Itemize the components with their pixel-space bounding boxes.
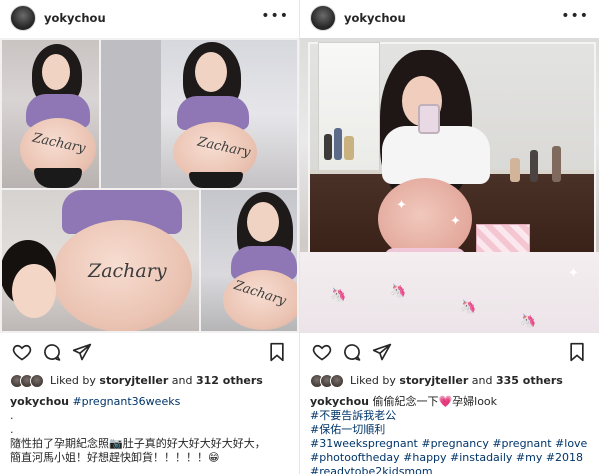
caption-username[interactable]: yokychou [10, 395, 69, 408]
more-horizontal-icon[interactable]: ••• [561, 8, 589, 24]
liked-by-others[interactable]: 312 others [196, 374, 263, 387]
caption-text: 偷偷紀念一下💗孕婦look [372, 395, 498, 408]
heart-icon[interactable] [12, 342, 32, 362]
liked-by-user[interactable]: storyjteller [399, 374, 468, 387]
hashtag-line[interactable]: #保佑一切順利 [310, 423, 594, 437]
collage-photo-3: Zachary [2, 190, 199, 331]
liked-by-and: and [471, 374, 493, 387]
bathroom-mirror-photo: 🦄 🦄 🦄 🦄 ✦ ✦ ✦ [300, 38, 599, 333]
post-photo[interactable]: Zachary Zachary Zachary Zachary [0, 38, 299, 333]
caption-username[interactable]: yokychou [310, 395, 369, 408]
post-header: yokychou ••• [0, 0, 299, 38]
caption-text-line: 簡直河馬小姐！好想趕快卸貨！！！！！😁 [10, 451, 220, 464]
more-horizontal-icon[interactable]: ••• [261, 8, 289, 24]
post-actions [300, 342, 599, 364]
collage-photo-1: Zachary [2, 40, 99, 188]
likes-text[interactable]: Liked by storyjteller and 312 others [50, 374, 263, 387]
liked-by-user[interactable]: storyjteller [99, 374, 168, 387]
comment-icon[interactable] [42, 342, 62, 362]
liker-avatars[interactable] [310, 374, 346, 388]
hashtag-line[interactable]: #photooftheday #happy #instadaily #my #2… [310, 451, 594, 465]
caption: yokychou #pregnant36weeks . . 隨性拍了孕期紀念照📷… [10, 395, 294, 465]
liker-avatars[interactable] [10, 374, 46, 388]
heart-icon[interactable] [312, 342, 332, 362]
liked-by-and: and [171, 374, 193, 387]
avatar[interactable] [10, 5, 36, 31]
username[interactable]: yokychou [44, 11, 106, 25]
username[interactable]: yokychou [344, 11, 406, 25]
comment-icon[interactable] [342, 342, 362, 362]
liked-by-others[interactable]: 335 others [496, 374, 563, 387]
post-right: yokychou ••• 🦄 🦄 🦄 🦄 ✦ ✦ ✦ Liked by stor… [300, 0, 599, 474]
post-photo[interactable]: 🦄 🦄 🦄 🦄 ✦ ✦ ✦ [300, 38, 599, 333]
post-left: yokychou ••• Zachary Zachary Zachary Zac… [0, 0, 299, 474]
hashtag-line[interactable]: #不要告訴我老公 [310, 409, 594, 423]
post-header: yokychou ••• [300, 0, 599, 38]
likes-text[interactable]: Liked by storyjteller and 335 others [350, 374, 563, 387]
share-icon[interactable] [72, 342, 92, 362]
share-icon[interactable] [372, 342, 392, 362]
likes-summary: Liked by storyjteller and 335 others [310, 373, 595, 389]
avatar[interactable] [310, 5, 336, 31]
hashtag-line[interactable]: #31weekspregnant #pregnancy #pregnant #l… [310, 437, 594, 451]
collage-photo-4: Zachary [201, 190, 297, 331]
caption-dot: . [10, 423, 14, 436]
post-actions [0, 342, 299, 364]
caption: yokychou 偷偷紀念一下💗孕婦look #不要告訴我老公 #保佑一切順利 … [310, 395, 594, 474]
collage-photo-2: Zachary [101, 40, 297, 188]
caption-text-line: 隨性拍了孕期紀念照📷肚子真的好大好大好大好大， [10, 437, 266, 450]
caption-dot: . [10, 409, 14, 422]
bookmark-icon[interactable] [567, 342, 587, 362]
belly-text: Zachary [88, 260, 167, 282]
hashtag[interactable]: #pregnant36weeks [72, 395, 180, 408]
liked-by-label: Liked by [350, 374, 396, 387]
bookmark-icon[interactable] [267, 342, 287, 362]
liked-by-label: Liked by [50, 374, 96, 387]
likes-summary: Liked by storyjteller and 312 others [10, 373, 295, 389]
hashtag-line[interactable]: #readytobe2kidsmom [310, 465, 594, 474]
